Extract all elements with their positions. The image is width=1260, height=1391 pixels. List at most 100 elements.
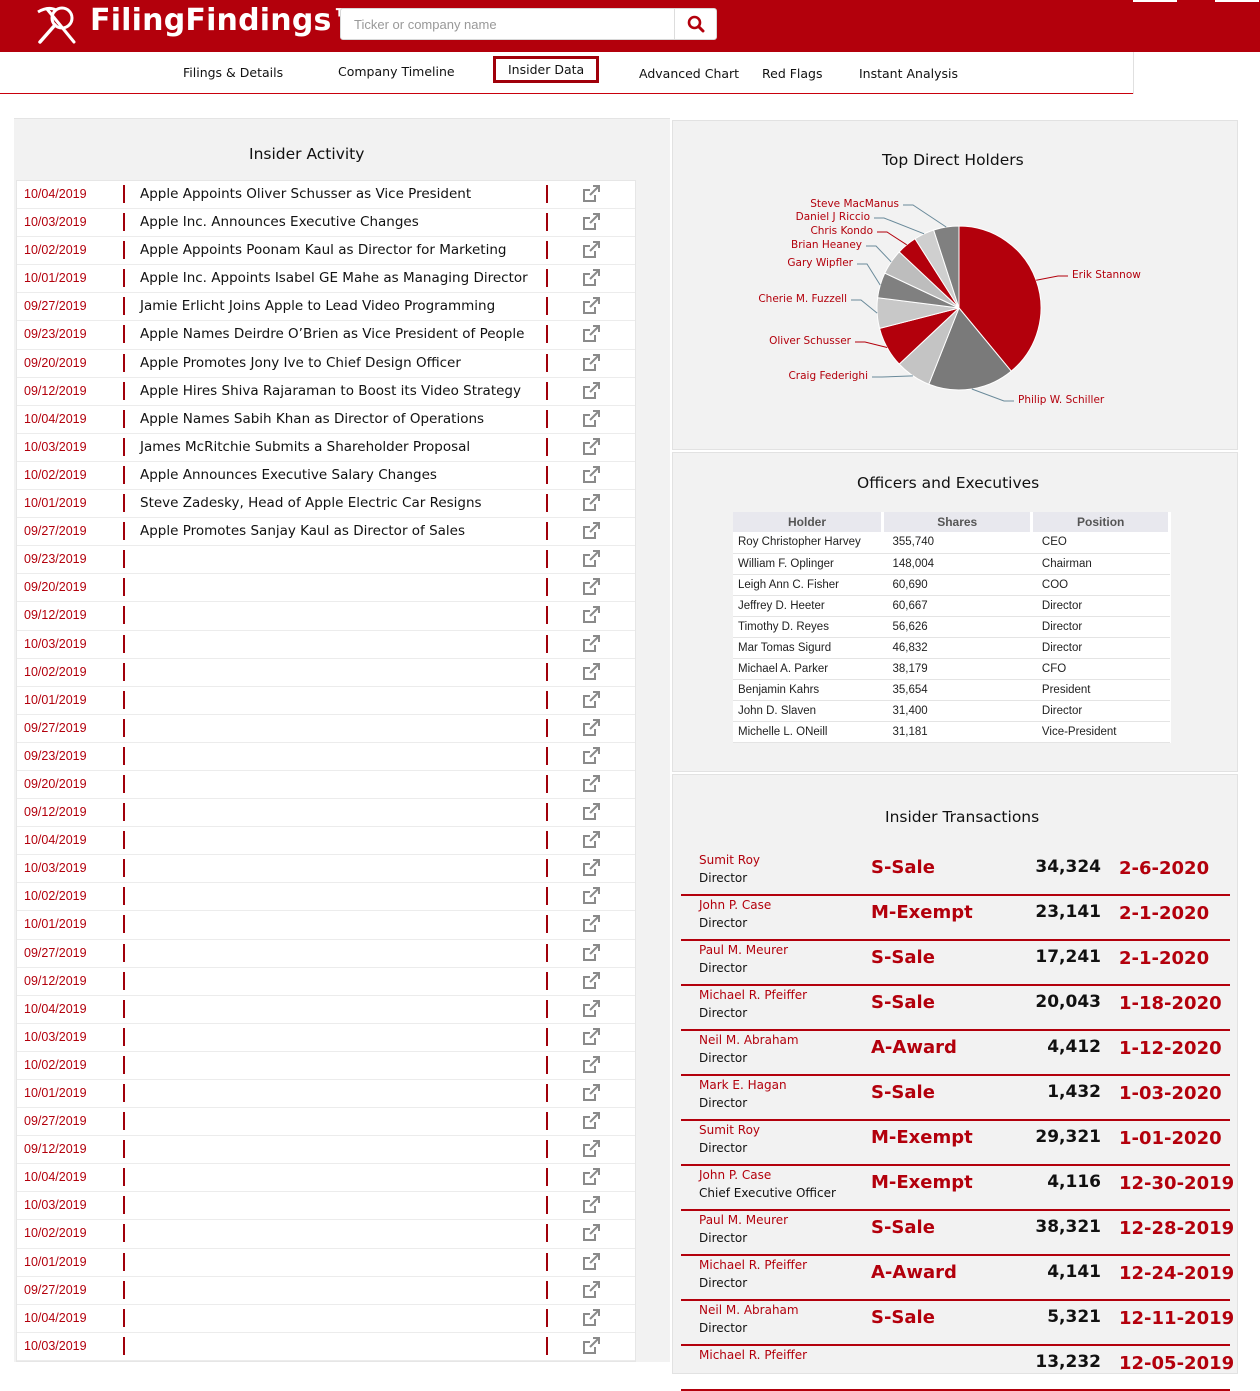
- activity-row[interactable]: 10/03/2019: [17, 1192, 635, 1221]
- officer-row[interactable]: Mar Tomas Sigurd 46,832 Director: [733, 637, 1170, 659]
- activity-row[interactable]: 09/27/2019: [17, 940, 635, 968]
- open-link-button[interactable]: [581, 549, 601, 569]
- open-link-button[interactable]: [581, 1111, 601, 1131]
- activity-row[interactable]: 09/27/2019: [17, 1108, 635, 1137]
- transaction-insider-name[interactable]: Mark E. Hagan: [699, 1078, 787, 1092]
- activity-headline[interactable]: Apple Appoints Poonam Kaul as Director f…: [140, 242, 506, 258]
- activity-row[interactable]: 10/03/2019: [17, 1024, 635, 1052]
- open-link-button[interactable]: [581, 746, 601, 766]
- transaction-insider-name[interactable]: Michael R. Pfeiffer: [699, 1348, 807, 1362]
- activity-headline[interactable]: Apple Promotes Jony Ive to Chief Design …: [140, 355, 461, 371]
- open-link-button[interactable]: [581, 268, 601, 288]
- transaction-insider-name[interactable]: Paul M. Meurer: [699, 943, 788, 957]
- activity-headline[interactable]: Apple Announces Executive Salary Changes: [140, 467, 437, 483]
- transaction-row[interactable]: Michael R. Pfeiffer Director S-Sale 20,043 1…: [681, 986, 1230, 1031]
- open-link-button[interactable]: [581, 690, 601, 710]
- activity-headline[interactable]: Jamie Erlicht Joins Apple to Lead Video …: [140, 298, 495, 314]
- activity-row[interactable]: 09/20/2019: [17, 574, 635, 603]
- activity-row[interactable]: 10/04/2019: [17, 1305, 635, 1333]
- officer-row[interactable]: John D. Slaven 31,400 Director: [733, 700, 1170, 722]
- activity-row[interactable]: 09/23/2019: [17, 743, 635, 771]
- open-link-button[interactable]: [581, 437, 601, 457]
- tab-filings-details[interactable]: Filings & Details: [183, 65, 283, 80]
- officer-row[interactable]: William F. Oplinger 148,004 Chairman: [733, 553, 1170, 575]
- activity-row[interactable]: 10/03/2019: [17, 631, 635, 659]
- transaction-insider-name[interactable]: Paul M. Meurer: [699, 1213, 788, 1227]
- transaction-row[interactable]: Neil M. Abraham Director S-Sale 5,321 12-11-…: [681, 1301, 1234, 1346]
- open-link-button[interactable]: [581, 858, 601, 878]
- open-link-button[interactable]: [581, 493, 601, 513]
- activity-row[interactable]: 10/01/2019: [17, 687, 635, 715]
- open-link-button[interactable]: [581, 1223, 601, 1243]
- open-link-button[interactable]: [581, 830, 601, 850]
- search-button[interactable]: [675, 9, 717, 39]
- col-position[interactable]: Position: [1031, 512, 1171, 532]
- open-link-button[interactable]: [581, 240, 601, 260]
- officer-row[interactable]: Michael A. Parker 38,179 CFO: [733, 658, 1170, 680]
- activity-row[interactable]: 09/27/2019 Jamie Erlicht Joins Apple to L…: [17, 293, 635, 322]
- activity-row[interactable]: 10/04/2019: [17, 827, 635, 856]
- activity-row[interactable]: 09/27/2019: [17, 715, 635, 743]
- activity-row[interactable]: 10/01/2019: [17, 911, 635, 940]
- open-link-button[interactable]: [581, 521, 601, 541]
- activity-row[interactable]: 10/03/2019 James McRitchie Submits a Shar…: [17, 434, 635, 462]
- activity-headline[interactable]: Apple Names Deirdre O’Brien as Vice Pres…: [140, 326, 524, 342]
- transaction-row[interactable]: Michael R. Pfeiffer Director A-Award 4,141 1…: [681, 1256, 1234, 1301]
- activity-row[interactable]: 09/12/2019: [17, 1136, 635, 1165]
- activity-headline[interactable]: Apple Promotes Sanjay Kaul as Director o…: [140, 523, 465, 539]
- open-link-button[interactable]: [581, 324, 601, 344]
- activity-headline[interactable]: Apple Hires Shiva Rajaraman to Boost its…: [140, 383, 521, 399]
- activity-headline[interactable]: Apple Inc. Appoints Isabel GE Mahe as Ma…: [140, 270, 528, 286]
- open-link-button[interactable]: [581, 971, 601, 991]
- open-link-button[interactable]: [581, 1167, 601, 1187]
- activity-row[interactable]: 09/27/2019: [17, 1277, 635, 1305]
- activity-row[interactable]: 09/27/2019 Apple Promotes Sanjay Kaul as …: [17, 518, 635, 547]
- open-link-button[interactable]: [581, 774, 601, 794]
- activity-row[interactable]: 10/03/2019 Apple Inc. Announces Executive…: [17, 209, 635, 238]
- open-link-button[interactable]: [581, 718, 601, 738]
- transaction-row[interactable]: Sumit Roy Director M-Exempt 29,321 1-01-2020: [681, 1121, 1230, 1166]
- brand-name[interactable]: FilingFindings™: [90, 3, 362, 38]
- tab-insider-data[interactable]: Insider Data: [493, 56, 600, 83]
- open-link-button[interactable]: [581, 886, 601, 906]
- activity-headline[interactable]: James McRitchie Submits a Shareholder Pr…: [140, 439, 470, 455]
- activity-row[interactable]: 09/23/2019 Apple Names Deirdre O’Brien as…: [17, 321, 635, 350]
- open-link-button[interactable]: [581, 605, 601, 625]
- open-link-button[interactable]: [581, 1195, 601, 1215]
- open-link-button[interactable]: [581, 1139, 601, 1159]
- open-link-button[interactable]: [581, 296, 601, 316]
- col-shares[interactable]: Shares: [882, 512, 1034, 532]
- open-link-button[interactable]: [581, 914, 601, 934]
- activity-row[interactable]: 09/20/2019 Apple Promotes Jony Ive to Chi…: [17, 350, 635, 378]
- transaction-insider-name[interactable]: Neil M. Abraham: [699, 1033, 799, 1047]
- transaction-insider-name[interactable]: Michael R. Pfeiffer: [699, 988, 807, 1002]
- activity-row[interactable]: 10/02/2019: [17, 1220, 635, 1249]
- open-link-button[interactable]: [581, 1083, 601, 1103]
- open-link-button[interactable]: [581, 662, 601, 682]
- activity-row[interactable]: 10/02/2019: [17, 1052, 635, 1080]
- activity-headline[interactable]: Apple Inc. Announces Executive Changes: [140, 214, 419, 230]
- open-link-button[interactable]: [581, 1280, 601, 1300]
- open-link-button[interactable]: [581, 1055, 601, 1075]
- transaction-row[interactable]: John P. Case Chief Executive Officer M-Exe…: [681, 1166, 1234, 1211]
- transaction-row[interactable]: Sumit Roy Director S-Sale 34,324 2-6-2020: [681, 851, 1230, 896]
- activity-row[interactable]: 09/12/2019: [17, 799, 635, 828]
- open-link-button[interactable]: [581, 465, 601, 485]
- activity-row[interactable]: 10/02/2019: [17, 883, 635, 912]
- open-link-button[interactable]: [581, 381, 601, 401]
- open-link-button[interactable]: [581, 1027, 601, 1047]
- transaction-row[interactable]: Michael R. Pfeiffer 13,232 12-05-2019: [681, 1346, 1234, 1391]
- activity-row[interactable]: 10/02/2019 Apple Announces Executive Sala…: [17, 462, 635, 491]
- activity-row[interactable]: 10/01/2019 Steve Zadesky, Head of Apple E…: [17, 490, 635, 519]
- activity-row[interactable]: 09/20/2019: [17, 771, 635, 800]
- open-link-button[interactable]: [581, 1308, 601, 1328]
- tab-advanced-chart[interactable]: Advanced Chart: [639, 66, 739, 81]
- tab-red-flags[interactable]: Red Flags: [762, 66, 823, 81]
- activity-row[interactable]: 10/04/2019 Apple Appoints Oliver Schusser…: [17, 181, 635, 210]
- open-link-button[interactable]: [581, 802, 601, 822]
- activity-row[interactable]: 10/01/2019: [17, 1249, 635, 1277]
- activity-row[interactable]: 10/03/2019: [17, 1333, 635, 1361]
- activity-headline[interactable]: Steve Zadesky, Head of Apple Electric Ca…: [140, 495, 482, 511]
- open-link-button[interactable]: [581, 1252, 601, 1272]
- officer-row[interactable]: Benjamin Kahrs 35,654 President: [733, 679, 1170, 701]
